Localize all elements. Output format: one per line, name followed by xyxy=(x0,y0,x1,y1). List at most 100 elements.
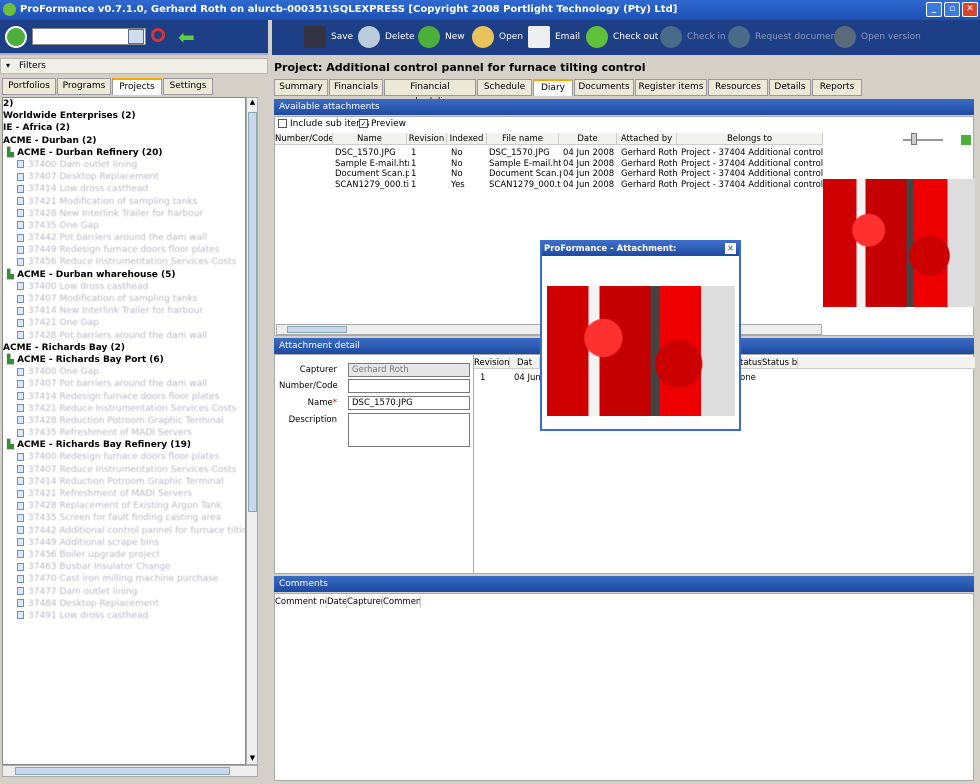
tree-item-redacted[interactable]: 37449 Additional scrape bins xyxy=(3,537,245,549)
tree-item-redacted[interactable]: 37407 Modification of sampling tanks xyxy=(3,293,245,305)
tree-item-redacted[interactable]: 37414 Low dross casthead xyxy=(3,183,245,195)
tree-horizontal-scrollbar[interactable] xyxy=(2,765,258,777)
comment-col-capturer[interactable]: Capturer xyxy=(347,596,383,608)
rev-col-date[interactable]: Dat xyxy=(510,357,540,369)
attachment-cell[interactable]: 1 xyxy=(411,169,449,179)
tree-item-redacted[interactable]: 37421 Refreshment of MADI Servers xyxy=(3,488,245,500)
tree-item-redacted[interactable]: 37414 Redesign furnace doors floor plate… xyxy=(3,391,245,403)
tab-settings[interactable]: Settings xyxy=(163,78,213,95)
attachment-cell[interactable]: Project - 37404 Additional control pan xyxy=(681,159,823,169)
name-field[interactable]: DSC_1570.JPG xyxy=(348,396,470,410)
attachment-cell[interactable]: DSC_1570.JPG xyxy=(489,148,561,158)
tree-node[interactable]: ▙ ACME - Richards Bay Refinery (19) xyxy=(3,439,245,451)
comment-col-comment[interactable]: Comment xyxy=(383,596,421,608)
tree-item-redacted[interactable]: 37442 Pot barriers around the dam wall xyxy=(3,232,245,244)
tree-node[interactable]: 2) xyxy=(3,98,245,110)
project-tree[interactable]: 2) Worldwide Enterprises (2) IE - Africa (… xyxy=(2,97,246,765)
attachment-cell[interactable]: Project - 37404 Additional control pan xyxy=(681,148,823,158)
tree-item-redacted[interactable]: 37400 One Gap xyxy=(3,366,245,378)
tree-node[interactable]: ▙ ACME - Richards Bay Port (6) xyxy=(3,354,245,366)
attachment-cell[interactable]: Gerhard Roth xyxy=(621,169,679,179)
checkin-button[interactable]: Check in xyxy=(660,25,726,49)
tab-financials[interactable]: Financials xyxy=(329,79,383,96)
tree-node[interactable]: ACME - Durban (2) xyxy=(3,135,245,147)
tab-details[interactable]: Details xyxy=(769,79,811,96)
zoom-slider[interactable] xyxy=(903,139,943,141)
attachment-cell[interactable]: 1 xyxy=(411,159,449,169)
tree-item-redacted[interactable]: 37435 Refreshment of MADI Servers xyxy=(3,427,245,439)
tree-item-redacted[interactable]: 37442 Additional control pannel for furn… xyxy=(3,525,245,537)
col-name[interactable]: Name xyxy=(333,133,407,145)
tree-item-redacted[interactable]: 37407 Reduce Instrumentation Services Co… xyxy=(3,464,245,476)
tree-node[interactable]: IE - Africa (2) xyxy=(3,122,245,134)
col-revision[interactable]: Revision xyxy=(407,133,447,145)
request-document-button[interactable]: Request document xyxy=(728,25,840,49)
tab-summary[interactable]: Summary xyxy=(274,79,328,96)
export-icon[interactable] xyxy=(961,135,971,145)
zoom-slider-thumb[interactable] xyxy=(911,133,917,145)
number-code-field[interactable] xyxy=(348,379,470,393)
tree-item-redacted[interactable]: 37414 New Interlink Trailer for harbour xyxy=(3,305,245,317)
attachment-cell[interactable]: No xyxy=(451,148,487,158)
checkout-button[interactable]: Check out xyxy=(586,25,658,49)
tree-item-redacted[interactable]: 37456 Boiler upgrade project xyxy=(3,549,245,561)
tree-item-redacted[interactable]: 37428 Reduction Potroom Graphic Terminal xyxy=(3,415,245,427)
comment-col-date[interactable]: Date xyxy=(327,596,347,608)
attachment-cell[interactable]: 1 xyxy=(411,180,449,190)
tree-item-redacted[interactable]: 37400 Dam outlet lining xyxy=(3,159,245,171)
attachment-cell[interactable]: Project - 37404 Additional control pan xyxy=(681,169,823,179)
new-button[interactable]: New xyxy=(418,25,465,49)
col-indexed[interactable]: Indexed xyxy=(447,133,487,145)
open-button[interactable]: Open xyxy=(472,25,523,49)
open-version-button[interactable]: Open version xyxy=(834,25,921,49)
tree-node[interactable]: ▙ ACME - Durban Refinery (20) xyxy=(3,147,245,159)
tab-register-items[interactable]: Register items xyxy=(635,79,707,96)
tree-item-redacted[interactable]: 37400 Redesign furnace doors floor plate… xyxy=(3,451,245,463)
tab-documents[interactable]: Documents xyxy=(574,79,634,96)
tree-item-redacted[interactable]: 37484 Desktop Replacement xyxy=(3,598,245,610)
attachment-cell[interactable]: 1 xyxy=(411,148,449,158)
attachment-cell[interactable]: SCAN1279_000.tif xyxy=(335,180,409,190)
attachment-cell[interactable]: No xyxy=(451,169,487,179)
tree-item-redacted[interactable]: 37456 Reduce Instrumentation Services Co… xyxy=(3,256,245,268)
filters-bar[interactable]: ▾ Filters xyxy=(0,58,268,74)
attachment-cell[interactable]: Sample E-mail.htm xyxy=(489,159,561,169)
attachment-cell[interactable]: 04 Jun 2008 xyxy=(563,148,619,158)
tree-item-redacted[interactable]: 37400 Low dross casthead xyxy=(3,281,245,293)
include-sub-items-checkbox[interactable]: Include sub items xyxy=(278,119,370,129)
tree-item-redacted[interactable]: 37428 Pot barriers around the dam wall xyxy=(3,330,245,342)
minimize-button[interactable]: _ xyxy=(926,2,942,17)
maximize-button[interactable]: ▫ xyxy=(944,2,960,17)
tree-node[interactable]: ACME - Richards Bay (2) xyxy=(3,342,245,354)
tab-reports[interactable]: Reports xyxy=(812,79,862,96)
scroll-down-icon[interactable]: ▼ xyxy=(248,754,257,764)
comment-col-no[interactable]: Comment no xyxy=(275,596,327,608)
tab-portfolios[interactable]: Portfolios xyxy=(2,78,56,95)
search-icon[interactable] xyxy=(151,28,165,42)
tree-item-redacted[interactable]: 37463 Busbar Insulator Change xyxy=(3,561,245,573)
tree-item-redacted[interactable]: 37414 Reduction Potroom Graphic Terminal xyxy=(3,476,245,488)
rev-col-status[interactable]: tatus xyxy=(740,357,762,369)
attachment-cell[interactable]: 04 Jun 2008 xyxy=(563,180,619,190)
tab-resources[interactable]: Resources xyxy=(708,79,768,96)
scroll-thumb[interactable] xyxy=(248,112,257,512)
tab-programs[interactable]: Programs xyxy=(57,78,111,95)
attachment-cell[interactable]: Sample E-mail.htm xyxy=(335,159,409,169)
tab-financial-scheduling[interactable]: Financial scheduling xyxy=(384,79,476,107)
tree-item-redacted[interactable]: 37421 Reduce Instrumentation Services Co… xyxy=(3,403,245,415)
attachment-cell[interactable]: 04 Jun 2008 xyxy=(563,169,619,179)
preview-checkbox[interactable]: ✓ Preview xyxy=(359,119,406,129)
tree-item-redacted[interactable]: 37491 Low dross casthead xyxy=(3,610,245,622)
save-button[interactable]: Save xyxy=(304,25,353,49)
tree-node[interactable]: Worldwide Enterprises (2) xyxy=(3,110,245,122)
refresh-icon[interactable] xyxy=(5,26,27,48)
attachment-cell[interactable]: SCAN1279_000.tif xyxy=(489,180,561,190)
delete-button[interactable]: Delete xyxy=(358,25,415,49)
close-button[interactable]: ✕ xyxy=(962,2,978,17)
tree-item-redacted[interactable]: 37477 Dam outlet lining xyxy=(3,586,245,598)
dropdown-icon[interactable] xyxy=(128,29,144,44)
tree-item-redacted[interactable]: 37435 Screen for fault finding casting a… xyxy=(3,512,245,524)
tab-diary[interactable]: Diary xyxy=(533,79,573,96)
tree-item-redacted[interactable]: 37407 Desktop Replacement xyxy=(3,171,245,183)
back-arrow-icon[interactable]: ⬅ xyxy=(178,27,195,47)
